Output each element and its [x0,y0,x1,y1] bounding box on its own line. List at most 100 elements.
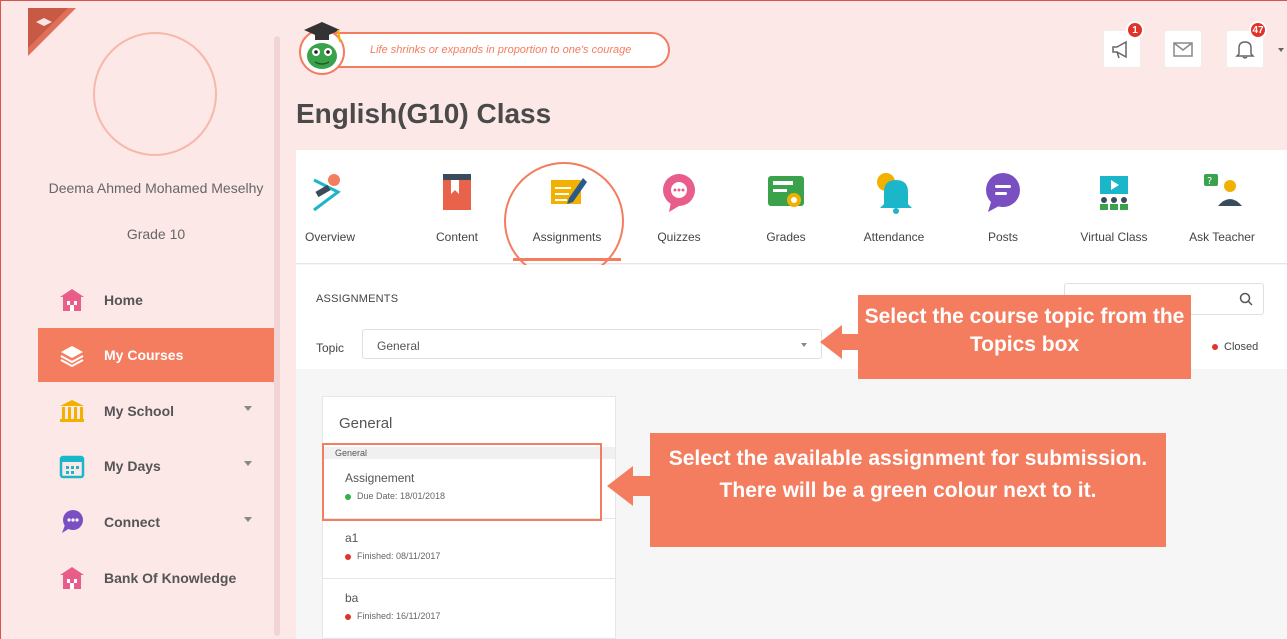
topic-label: Topic [316,341,345,355]
topic-select-value: General [377,339,420,353]
virtual-class-icon [1090,168,1138,216]
closed-status-dot-icon [345,553,351,560]
announcements-badge: 1 [1126,21,1144,39]
quote-text: Life shrinks or expands in proportion to… [370,44,632,56]
mail-icon [1173,42,1193,57]
tab-label: Assignments [532,230,602,244]
open-status-dot-icon [345,493,351,500]
assignment-date: Finished: 08/11/2017 [345,551,440,561]
tab-grades[interactable]: Grades [746,168,826,244]
tab-attendance[interactable]: Attendance [854,168,934,244]
assignment-item[interactable]: Assignement Due Date: 18/01/2018 [323,459,615,519]
chevron-down-icon[interactable] [244,406,252,411]
assignment-date-text: Finished: 16/11/2017 [357,611,441,621]
closed-legend-label: Closed [1224,341,1259,353]
chevron-down-icon[interactable] [244,517,252,522]
sidebar-item-my-days[interactable]: My Days [38,439,274,493]
assignment-name: Assignement [345,471,415,485]
tab-label: Grades [766,230,806,244]
closed-status-dot-icon [345,613,351,620]
assignment-list-card: General General Assignement Due Date: 18… [322,396,616,639]
user-grade: Grade 10 [126,226,186,242]
overview-icon [306,168,354,216]
topic-callout: Select the course topic from the Topics … [858,295,1191,379]
arrow-shaft [632,476,652,496]
svg-text:?: ? [1207,176,1212,187]
user-name: Deema Ahmed Mohamed Meselhy [48,180,264,196]
closed-legend: Closed [1212,341,1258,353]
closed-dot-icon [1212,344,1218,351]
sidebar-item-home[interactable]: Home [38,273,274,327]
announcements-button[interactable]: 1 [1103,21,1144,68]
course-tabs: Overview Content Assignments Quizzes Gra… [296,150,1287,264]
tab-label: Virtual Class [1080,230,1148,244]
chat-icon [56,506,88,538]
sidebar-scrollbar[interactable] [274,36,280,636]
sidebar-item-my-courses[interactable]: My Courses [38,328,274,382]
sidebar-item-connect[interactable]: Connect [38,495,274,549]
tab-virtual-class[interactable]: Virtual Class [1074,168,1154,244]
tab-label: Overview [304,230,355,244]
assignment-item[interactable]: a1 Finished: 08/11/2017 [323,519,615,579]
tab-content[interactable]: Content [417,168,497,244]
home-icon [56,284,88,316]
card-title: General [339,415,393,432]
arrow-left-icon [820,325,842,359]
assignment-icon [543,168,591,216]
messages-button[interactable] [1164,30,1202,68]
layers-icon [56,339,88,371]
assignment-name: ba [345,591,359,605]
sidebar-item-my-school[interactable]: My School [38,384,274,438]
grades-icon [762,168,810,216]
section-title: ASSIGNMENTS [316,293,399,305]
school-icon [56,395,88,427]
chevron-down-icon [801,343,807,347]
assignment-callout: Select the available assignment for subm… [650,433,1166,547]
page-title: English(G10) Class [296,98,552,129]
quiz-icon [655,168,703,216]
attendance-bell-icon [870,168,918,216]
assignment-date-text: Due Date: 18/01/2018 [357,491,446,501]
quote-banner: Life shrinks or expands in proportion to… [302,32,670,68]
mascot-icon [299,22,345,75]
sidebar-item-bank-of-knowledge[interactable]: Bank Of Knowledge [38,551,274,605]
logo-corner-icon[interactable] [28,8,76,56]
tab-label: Posts [987,230,1018,244]
sidebar-item-label: Bank Of Knowledge [104,570,237,586]
sidebar-item-label: My Courses [104,347,184,363]
sidebar-item-label: Home [104,292,143,308]
sidebar-item-label: Connect [104,514,160,530]
tab-overview[interactable]: Overview [290,168,370,244]
posts-icon [979,168,1027,216]
tab-ask-teacher[interactable]: ? Ask Teacher [1182,168,1262,244]
bell-icon [1235,41,1255,59]
assignment-date-text: Finished: 08/11/2017 [357,551,441,561]
megaphone-icon [1112,40,1127,59]
chevron-down-icon[interactable] [244,461,252,466]
tab-posts[interactable]: Posts [963,168,1043,244]
avatar[interactable] [93,32,217,156]
topic-select[interactable]: General [362,329,822,359]
arrow-left-icon [607,466,633,506]
group-header: General [323,447,615,459]
calendar-icon [56,450,88,482]
sidebar-item-label: My School [104,403,175,419]
active-tab-indicator [513,258,621,261]
course-panel: Overview Content Assignments Quizzes Gra… [296,150,1287,639]
chevron-down-icon[interactable] [1278,48,1284,52]
tab-label: Content [435,230,479,244]
bank-icon [56,562,88,594]
tab-assignments[interactable]: Assignments [527,168,607,244]
tab-label: Attendance [863,230,925,244]
assignment-date: Due Date: 18/01/2018 [345,491,445,501]
tab-label: Quizzes [657,230,701,244]
ask-teacher-icon: ? [1198,168,1246,216]
assignment-item[interactable]: ba Finished: 16/11/2017 [323,579,615,639]
assignment-name: a1 [345,531,359,545]
tab-label: Ask Teacher [1189,230,1255,244]
notifications-badge: 47 [1249,21,1267,39]
arrow-shaft [840,334,860,350]
tab-quizzes[interactable]: Quizzes [639,168,719,244]
sidebar-item-label: My Days [104,458,161,474]
notifications-button[interactable]: 47 [1226,21,1267,68]
